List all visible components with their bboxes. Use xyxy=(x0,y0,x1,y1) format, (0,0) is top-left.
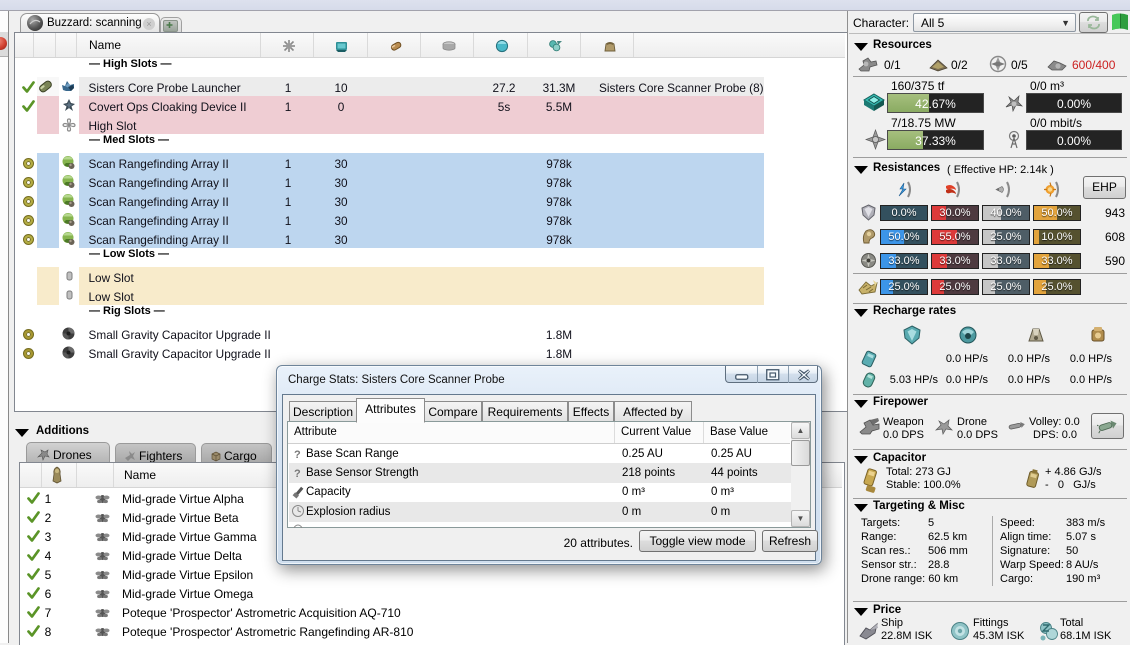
svg-text:?: ? xyxy=(294,449,301,460)
svg-text:?: ? xyxy=(294,468,301,479)
